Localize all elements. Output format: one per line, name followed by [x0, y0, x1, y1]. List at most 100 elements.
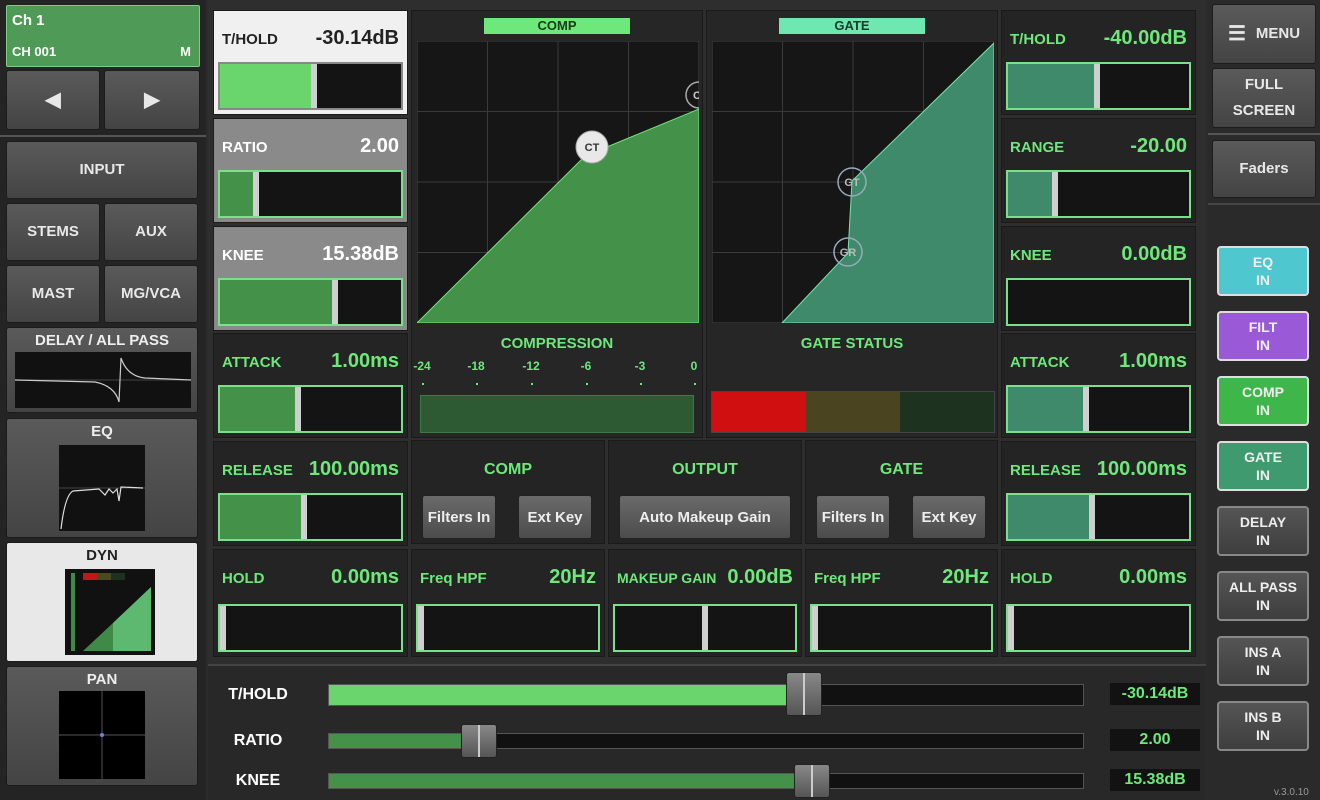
compression-tick: -6 [580, 359, 592, 373]
switch-ins-b-button[interactable]: INS B IN [1217, 701, 1309, 751]
switch-gate-button[interactable]: GATE IN [1217, 441, 1309, 491]
thold-readout[interactable]: -30.14dB [1110, 683, 1200, 705]
switch-delay-button[interactable]: DELAY IN [1217, 506, 1309, 556]
knee-readout[interactable]: 15.38dB [1110, 769, 1200, 791]
comp-curve-graph[interactable]: CT C [417, 41, 699, 323]
compression-tick-dot [640, 383, 642, 385]
channel-mode: M [180, 44, 191, 59]
comp-thold-panel[interactable]: T/HOLD -30.14dB [213, 10, 408, 115]
comp-ratio-panel[interactable]: RATIO 2.00 [213, 118, 408, 223]
gate-hold-panel[interactable]: HOLD 0.00ms [1001, 549, 1196, 657]
next-channel-button[interactable]: ▶ [104, 70, 200, 130]
gate-thold-panel[interactable]: T/HOLD -40.00dB [1001, 10, 1196, 115]
gate-attack-panel[interactable]: ATTACK 1.00ms [1001, 333, 1196, 438]
switch-comp-button[interactable]: COMP IN [1217, 376, 1309, 426]
gate-hpf-panel[interactable]: Freq HPF 20Hz [805, 549, 998, 657]
nav-dyn-button[interactable]: DYN [6, 542, 198, 662]
nav-mgvca-button[interactable]: MG/VCA [104, 265, 198, 323]
comp-c-point: C [693, 90, 699, 102]
thold-slider-handle[interactable] [786, 672, 823, 716]
gate-knee-panel[interactable]: KNEE 0.00dB [1001, 226, 1196, 331]
gate-graph-panel: GATE GT GR GATE STATUS [706, 10, 998, 438]
compression-tick: -3 [634, 359, 646, 373]
gate-knee-bar[interactable] [1006, 278, 1191, 326]
compression-tick-dot [586, 383, 588, 385]
nav-input-button[interactable]: INPUT [6, 141, 198, 199]
comp-filters-in-button[interactable]: Filters In [422, 495, 496, 539]
ratio-slider-handle[interactable] [461, 724, 498, 758]
switch-all-pass-button[interactable]: ALL PASS IN [1217, 571, 1309, 621]
output-group: OUTPUT Auto Makeup Gain [608, 440, 802, 544]
slider-ratio-label: RATIO [233, 732, 283, 749]
comp-knee-bar[interactable] [218, 278, 403, 326]
comp-group: COMP Filters In Ext Key [411, 440, 605, 544]
gate-hpf-bar[interactable] [810, 604, 993, 652]
comp-attack-panel[interactable]: ATTACK 1.00ms [213, 333, 408, 438]
gate-gr-point: GR [840, 247, 857, 259]
comp-hpf-panel[interactable]: Freq HPF 20Hz [411, 549, 605, 657]
nav-mast-button[interactable]: MAST [6, 265, 100, 323]
makeup-gain-bar[interactable] [613, 604, 797, 652]
comp-knee-panel[interactable]: KNEE 15.38dB [213, 226, 408, 331]
comp-thold-bar[interactable] [218, 62, 403, 110]
switch-ins-a-button[interactable]: INS A IN [1217, 636, 1309, 686]
comp-hpf-bar[interactable] [416, 604, 600, 652]
ratio-slider[interactable] [328, 733, 1084, 749]
switch-eq-button[interactable]: EQ IN [1217, 246, 1309, 296]
menu-icon: ☰ [1227, 23, 1246, 45]
comp-ratio-bar[interactable] [218, 170, 403, 218]
ratio-readout[interactable]: 2.00 [1110, 729, 1200, 751]
compression-meter [420, 395, 694, 433]
nav-delay-button[interactable]: DELAY / ALL PASS [6, 327, 198, 413]
gate-curve-graph[interactable]: GT GR [712, 41, 994, 323]
gate-graph-title: GATE [779, 18, 925, 34]
comp-attack-bar[interactable] [218, 385, 403, 433]
knee-slider[interactable] [328, 773, 1084, 789]
switch-filt-button[interactable]: FILT IN [1217, 311, 1309, 361]
comp-hold-panel[interactable]: HOLD 0.00ms [213, 549, 408, 657]
comp-hold-bar[interactable] [218, 604, 403, 652]
gate-range-bar[interactable] [1006, 170, 1191, 218]
comp-ext-key-button[interactable]: Ext Key [518, 495, 592, 539]
compression-title: COMPRESSION [500, 335, 614, 352]
nav-pan-button[interactable]: PAN [6, 666, 198, 786]
makeup-gain-panel[interactable]: MAKEUP GAIN 0.00dB [608, 549, 802, 657]
fullscreen-button[interactable]: FULL SCREEN [1212, 68, 1316, 128]
channel-header[interactable]: Ch 1 CH 001 M [6, 5, 200, 67]
right-arrow-icon: ▶ [144, 89, 160, 111]
comp-release-panel[interactable]: RELEASE 100.00ms [213, 441, 408, 546]
gate-release-panel[interactable]: RELEASE 100.00ms [1001, 441, 1196, 546]
compression-tick: 0 [690, 359, 698, 373]
gate-release-bar[interactable] [1006, 493, 1191, 541]
compression-tick-dot [694, 383, 696, 385]
delay-thumbnail [15, 352, 191, 408]
gate-ext-key-button[interactable]: Ext Key [912, 495, 986, 539]
menu-button[interactable]: ☰ MENU [1212, 4, 1316, 64]
nav-aux-button[interactable]: AUX [104, 203, 198, 261]
compression-tick: -12 [522, 359, 540, 373]
channel-name: Ch 1 [12, 12, 45, 29]
gate-thold-bar[interactable] [1006, 62, 1191, 110]
compression-tick-dot [476, 383, 478, 385]
faders-button[interactable]: Faders [1212, 140, 1316, 198]
compression-tick-dot [422, 383, 424, 385]
slider-knee-label: KNEE [235, 772, 281, 789]
knee-slider-handle[interactable] [793, 764, 830, 798]
auto-makeup-gain-button[interactable]: Auto Makeup Gain [619, 495, 791, 539]
gate-hold-bar[interactable] [1006, 604, 1191, 652]
thold-slider[interactable] [328, 684, 1084, 706]
channel-id: CH 001 [12, 44, 57, 59]
nav-eq-button[interactable]: EQ [6, 418, 198, 538]
slider-thold-label: T/HOLD [228, 686, 288, 703]
compression-scale: -24 -18 -12 -6 -3 0 [413, 359, 700, 385]
gate-filters-in-button[interactable]: Filters In [816, 495, 890, 539]
comp-release-bar[interactable] [218, 493, 403, 541]
gate-attack-bar[interactable] [1006, 385, 1191, 433]
nav-stems-button[interactable]: STEMS [6, 203, 100, 261]
prev-channel-button[interactable]: ◀ [6, 70, 100, 130]
compression-tick-dot [531, 383, 533, 385]
comp-ct-point: CT [585, 142, 600, 154]
compression-tick: -24 [413, 359, 431, 373]
gate-status-title: GATE STATUS [800, 335, 904, 352]
gate-range-panel[interactable]: RANGE -20.00 [1001, 118, 1196, 223]
